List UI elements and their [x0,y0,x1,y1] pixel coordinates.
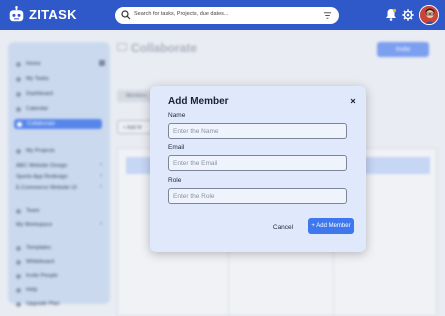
top-bar: ZITASK Search for tasks, Projects, due d… [0,0,445,30]
sidebar-item-invite-people[interactable]: Invite People [16,273,58,279]
collaborate-icon [117,43,127,51]
sidebar-item-help[interactable]: Help [16,287,37,293]
robot-logo-icon [9,6,24,22]
sidebar-item-label: Invite People [26,273,58,279]
app-logo[interactable]: ZITASK [8,6,77,23]
sidebar-item-label: Collaborate [27,121,56,127]
add-member-dialog: Add Member Name Email Role Cancel + Add … [150,86,366,252]
name-label: Name [168,112,186,119]
avatar[interactable] [419,5,439,25]
chevron-right-icon: › [100,184,102,190]
collapse-sidebar-icon[interactable] [99,60,105,66]
email-label: Email [168,144,185,151]
sidebar-item-label: My Tasks [26,76,49,82]
sidebar-item-my-tasks[interactable]: My Tasks [16,76,49,82]
sidebar-project-item[interactable]: E-Commerce Website UI [16,185,77,191]
sidebar: Home My Tasks Dashboard Calendar Collabo… [8,42,110,307]
sidebar-item-label: Upgrade Plan [26,301,60,307]
add-member-button[interactable]: + Add Member [308,218,354,234]
name-field[interactable] [168,123,347,139]
add-member-background-button[interactable]: + Add M [117,120,153,134]
sidebar-item-label: Calendar [26,106,49,112]
avatar-image [420,6,438,24]
sidebar-projects-header[interactable]: My Projects [16,148,55,154]
close-icon[interactable] [348,96,358,106]
sidebar-item-label: Whiteboard [26,259,55,265]
sidebar-item-team[interactable]: Team [16,208,39,214]
filter-icon[interactable] [323,11,332,20]
app-name: ZITASK [29,7,77,22]
search-placeholder: Search for tasks, Projects, due dates... [134,11,229,17]
sidebar-item-collaborate[interactable]: Collaborate [14,119,102,129]
search-bar[interactable]: Search for tasks, Projects, due dates... [115,7,339,24]
sidebar-item-label: Templates [26,245,52,251]
upgrade-icon [16,301,21,307]
sidebar-item-templates[interactable]: Templates [16,245,51,251]
sidebar-project-item[interactable]: Sports App Redesign [16,174,68,180]
sidebar-item-whiteboard[interactable]: Whiteboard [16,259,54,265]
chevron-right-icon: › [100,221,102,227]
collaborate-icon [17,121,22,127]
help-icon [16,287,21,293]
home-icon [16,61,21,67]
tasks-icon [16,76,21,82]
sidebar-project-item[interactable]: ABC Website Design [16,163,67,169]
chevron-right-icon: › [100,173,102,179]
sidebar-workspace[interactable]: My Workspace [16,222,52,228]
sidebar-item-label: Help [26,287,38,293]
sidebar-item-label: Team [26,208,40,214]
whiteboard-icon [16,259,21,265]
templates-icon [16,245,21,251]
sidebar-item-home[interactable]: Home [16,61,41,67]
sidebar-item-label: My Projects [26,148,55,154]
cancel-button[interactable]: Cancel [268,221,298,233]
sidebar-item-calendar[interactable]: Calendar [16,106,48,112]
chevron-right-icon: › [100,162,102,168]
gear-icon[interactable] [402,9,414,21]
role-field[interactable] [168,188,347,204]
calendar-icon [16,106,21,112]
page-title: Collaborate [131,41,198,55]
invite-icon [16,273,21,279]
projects-icon [16,148,21,154]
sidebar-item-upgrade-plan[interactable]: Upgrade Plan [16,301,60,307]
email-field[interactable] [168,155,347,171]
invite-button[interactable]: Invite [377,42,429,57]
dashboard-icon [16,91,21,97]
team-icon [16,208,21,214]
dialog-title: Add Member [168,96,229,107]
sidebar-item-label: Home [26,61,41,67]
sidebar-item-dashboard[interactable]: Dashboard [16,91,53,97]
bell-icon[interactable] [385,8,397,21]
sidebar-item-label: Dashboard [26,91,53,97]
role-label: Role [168,177,182,184]
search-icon [121,10,131,20]
